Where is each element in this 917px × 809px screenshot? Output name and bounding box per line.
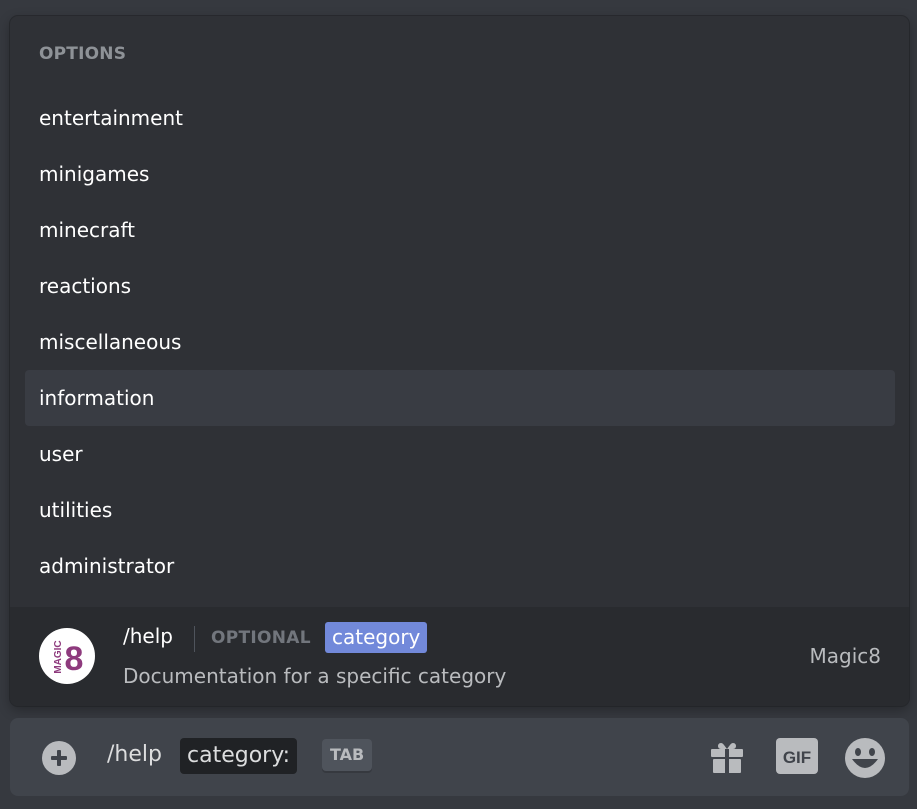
emoji-icon[interactable] [844, 737, 886, 779]
option-information[interactable]: information [25, 370, 895, 426]
input-param-chip[interactable]: category: [180, 738, 298, 774]
option-user[interactable]: user [25, 426, 895, 482]
avatar-text-big: 8 [65, 640, 84, 678]
svg-text:GIF: GIF [783, 748, 811, 767]
avatar-text-small: MAGIC [53, 640, 64, 673]
option-utilities[interactable]: utilities [25, 482, 895, 538]
options-header: OPTIONS [39, 44, 127, 64]
gift-icon[interactable] [708, 738, 746, 776]
option-minecraft[interactable]: minecraft [25, 202, 895, 258]
param-badge: category [325, 622, 428, 653]
command-info-bar: MAGIC 8 /help OPTIONAL category Document… [10, 607, 909, 706]
input-command-text[interactable]: /help [107, 742, 162, 767]
option-entertainment[interactable]: entertainment [25, 90, 895, 146]
autocomplete-popup: OPTIONS entertainment minigames minecraf… [10, 16, 909, 706]
option-administrator[interactable]: administrator [25, 538, 895, 594]
gif-icon[interactable]: GIF [775, 737, 819, 775]
options-list: entertainment minigames minecraft reacti… [25, 90, 895, 594]
app-name: Magic8 [809, 644, 881, 668]
optional-label: OPTIONAL [211, 628, 311, 648]
plus-circle-icon[interactable] [42, 741, 76, 775]
message-input-bar: /help category: TAB GIF [10, 718, 909, 796]
magic8-logo-icon: MAGIC 8 [53, 640, 84, 678]
option-reactions[interactable]: reactions [25, 258, 895, 314]
tab-hint: TAB [322, 739, 373, 771]
option-minigames[interactable]: minigames [25, 146, 895, 202]
command-name: /help [123, 624, 173, 648]
app-avatar: MAGIC 8 [39, 628, 95, 684]
command-divider [194, 626, 195, 652]
command-description: Documentation for a specific category [123, 664, 507, 688]
option-miscellaneous[interactable]: miscellaneous [25, 314, 895, 370]
